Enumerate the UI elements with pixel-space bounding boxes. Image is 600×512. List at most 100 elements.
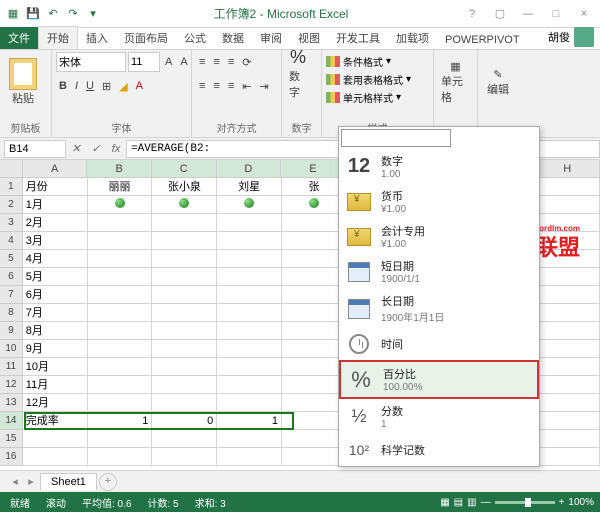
row-header[interactable]: 16: [0, 448, 23, 466]
cell[interactable]: 8月: [23, 322, 88, 340]
row-header[interactable]: 15: [0, 430, 23, 448]
format-option-时间[interactable]: 时间: [339, 328, 539, 360]
cell[interactable]: [88, 304, 153, 322]
grow-font-icon[interactable]: A: [162, 52, 175, 72]
number-format-button[interactable]: % 数字: [286, 52, 310, 94]
border-button[interactable]: ⊞: [99, 76, 114, 96]
tab-formulas[interactable]: 公式: [176, 27, 214, 49]
add-sheet-button[interactable]: +: [99, 473, 117, 491]
cell[interactable]: [217, 448, 282, 466]
format-option-百分比[interactable]: %百分比100.00%: [339, 360, 539, 399]
ribbon-collapse-icon[interactable]: ▢: [488, 5, 512, 23]
cell[interactable]: [217, 358, 282, 376]
cell[interactable]: 4月: [23, 250, 88, 268]
cell[interactable]: [535, 286, 600, 304]
cell[interactable]: [152, 250, 217, 268]
format-option-分数[interactable]: ½分数1: [339, 399, 539, 434]
font-color-button[interactable]: A: [133, 76, 146, 96]
cell[interactable]: 完成率: [23, 412, 88, 430]
tab-insert[interactable]: 插入: [78, 27, 116, 49]
cell[interactable]: [152, 214, 217, 232]
row-header[interactable]: 9: [0, 322, 23, 340]
save-icon[interactable]: 💾: [24, 5, 42, 23]
tab-data[interactable]: 数据: [214, 27, 252, 49]
cell[interactable]: [217, 268, 282, 286]
col-header-b[interactable]: B: [87, 160, 152, 178]
cell[interactable]: [217, 376, 282, 394]
maximize-icon[interactable]: □: [544, 5, 568, 23]
cell[interactable]: [88, 322, 153, 340]
close-icon[interactable]: ×: [572, 5, 596, 23]
cell[interactable]: [152, 340, 217, 358]
paste-button[interactable]: 粘贴: [4, 52, 42, 112]
undo-icon[interactable]: ↶: [44, 5, 62, 23]
cell[interactable]: [535, 376, 600, 394]
shrink-font-icon[interactable]: A: [177, 52, 190, 72]
align-middle-icon[interactable]: ≡: [210, 52, 222, 72]
row-header[interactable]: 10: [0, 340, 23, 358]
row-header[interactable]: 7: [0, 286, 23, 304]
redo-icon[interactable]: ↷: [64, 5, 82, 23]
col-header-h[interactable]: H: [535, 160, 600, 178]
cell[interactable]: 刘星: [217, 178, 282, 196]
cell[interactable]: [152, 376, 217, 394]
tab-review[interactable]: 审阅: [252, 27, 290, 49]
fx-icon[interactable]: fx: [106, 143, 126, 155]
cell[interactable]: 月份: [23, 178, 88, 196]
qat-more-icon[interactable]: ▾: [84, 5, 102, 23]
cell[interactable]: [535, 394, 600, 412]
cell[interactable]: [152, 430, 217, 448]
format-option-科学记数[interactable]: 10²科学记数: [339, 434, 539, 466]
cell[interactable]: [217, 232, 282, 250]
row-header[interactable]: 3: [0, 214, 23, 232]
cell[interactable]: [152, 394, 217, 412]
col-header-c[interactable]: C: [152, 160, 217, 178]
cell[interactable]: [217, 286, 282, 304]
cell[interactable]: 6月: [23, 286, 88, 304]
cell[interactable]: [152, 268, 217, 286]
cell[interactable]: [217, 430, 282, 448]
row-header[interactable]: 5: [0, 250, 23, 268]
format-option-短日期[interactable]: 短日期1900/1/1: [339, 254, 539, 289]
cell[interactable]: 5月: [23, 268, 88, 286]
font-name-select[interactable]: [56, 52, 126, 72]
bold-button[interactable]: B: [56, 76, 70, 96]
cell[interactable]: [152, 358, 217, 376]
format-option-货币[interactable]: 货币¥1.00: [339, 184, 539, 219]
row-header[interactable]: 4: [0, 232, 23, 250]
zoom-slider[interactable]: [495, 501, 555, 504]
cell[interactable]: 0: [152, 412, 217, 430]
cell[interactable]: [88, 286, 153, 304]
cell[interactable]: [535, 340, 600, 358]
cell[interactable]: [88, 358, 153, 376]
sheet-tab-1[interactable]: Sheet1: [40, 473, 97, 490]
cell[interactable]: [535, 448, 600, 466]
cell[interactable]: [535, 268, 600, 286]
tab-home[interactable]: 开始: [38, 26, 78, 49]
underline-button[interactable]: U: [83, 76, 97, 96]
cell[interactable]: [535, 304, 600, 322]
cells-button[interactable]: ▦ 单元格: [438, 52, 473, 112]
indent-increase-icon[interactable]: ⇥: [256, 76, 271, 96]
row-header[interactable]: 14: [0, 412, 23, 430]
col-header-a[interactable]: A: [23, 160, 88, 178]
cell[interactable]: [535, 178, 600, 196]
cell[interactable]: 10月: [23, 358, 88, 376]
cell[interactable]: [535, 358, 600, 376]
cell[interactable]: [88, 430, 153, 448]
cell[interactable]: 11月: [23, 376, 88, 394]
cell[interactable]: [23, 430, 88, 448]
cell[interactable]: 12月: [23, 394, 88, 412]
cell[interactable]: 7月: [23, 304, 88, 322]
cell[interactable]: 丽丽: [88, 178, 153, 196]
cell[interactable]: [217, 214, 282, 232]
cell[interactable]: [217, 250, 282, 268]
cell[interactable]: [88, 268, 153, 286]
cell[interactable]: [535, 412, 600, 430]
row-header[interactable]: 12: [0, 376, 23, 394]
col-header-e[interactable]: E: [281, 160, 346, 178]
format-option-数字[interactable]: 12数字1.00: [339, 149, 539, 184]
cell[interactable]: [88, 232, 153, 250]
tab-layout[interactable]: 页面布局: [116, 27, 176, 49]
name-box[interactable]: [4, 140, 66, 158]
